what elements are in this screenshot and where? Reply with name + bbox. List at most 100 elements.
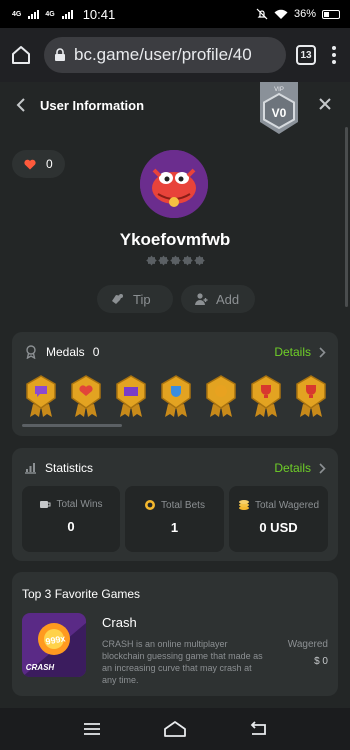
wagered-label: Wagered bbox=[287, 639, 328, 650]
url-text: bc.game/user/profile/40 bbox=[74, 45, 252, 64]
vip-level: V0 bbox=[272, 106, 287, 120]
details-label: Details bbox=[274, 461, 311, 475]
stat-label: Total Wins bbox=[56, 499, 103, 510]
vip-badge[interactable]: VIP V0 bbox=[256, 82, 302, 142]
stat-label: Total Bets bbox=[161, 499, 205, 511]
back-system-button[interactable] bbox=[245, 719, 271, 739]
close-button[interactable] bbox=[318, 97, 334, 113]
level-stars bbox=[146, 255, 205, 266]
address-bar[interactable]: bc.game/user/profile/40 bbox=[44, 37, 286, 73]
stat-total-wagered: Total Wagered 0 USD bbox=[229, 486, 328, 552]
add-user-icon bbox=[195, 293, 208, 305]
game-description: CRASH is an online multiplayer blockchai… bbox=[102, 639, 263, 685]
back-arrow-icon bbox=[251, 721, 267, 735]
level-star-icon bbox=[158, 255, 169, 266]
like-count: 0 bbox=[46, 157, 53, 171]
medal-list[interactable] bbox=[24, 374, 328, 418]
add-friend-button[interactable]: Add bbox=[181, 285, 255, 313]
bar-chart-icon bbox=[25, 463, 36, 474]
chip-icon bbox=[145, 500, 156, 510]
trophy-icon bbox=[40, 501, 51, 508]
profile-page: User Information VIP V0 0 Ykoefovmfwb Ti… bbox=[0, 82, 350, 708]
stat-total-wins: Total Wins 0 bbox=[22, 486, 120, 552]
stat-total-bets: Total Bets 1 bbox=[125, 486, 224, 552]
cup-medal-icon[interactable] bbox=[159, 374, 193, 418]
wifi-icon bbox=[274, 9, 288, 19]
back-button[interactable] bbox=[16, 97, 32, 113]
system-nav-bar bbox=[0, 708, 350, 750]
chevron-right-icon bbox=[319, 462, 326, 474]
status-bar: 4G 4G 10:41 36% bbox=[0, 0, 350, 28]
close-icon bbox=[319, 98, 331, 110]
statistics-details-link[interactable]: Details bbox=[274, 461, 326, 475]
stat-label: Total Wagered bbox=[254, 499, 320, 511]
medals-header: Medals 0 Details bbox=[12, 338, 338, 366]
medal-scrollbar[interactable] bbox=[22, 424, 122, 427]
stat-value: 1 bbox=[170, 520, 179, 535]
medals-card: Medals 0 Details bbox=[12, 332, 338, 436]
level-star-icon bbox=[182, 255, 193, 266]
home-system-button[interactable] bbox=[162, 719, 188, 739]
like-button[interactable]: 0 bbox=[12, 150, 65, 178]
home-icon bbox=[12, 46, 30, 64]
trophy-medal-icon[interactable] bbox=[249, 374, 283, 418]
medals-title: Medals bbox=[46, 345, 85, 359]
heart-icon bbox=[24, 159, 36, 169]
vip-label: VIP bbox=[274, 87, 284, 93]
dragon-avatar-icon bbox=[140, 150, 208, 218]
tip-button[interactable]: Tip bbox=[97, 285, 173, 313]
favorite-games-title: Top 3 Favorite Games bbox=[22, 587, 141, 601]
coins-icon bbox=[238, 500, 249, 510]
medals-count: 0 bbox=[92, 345, 100, 359]
heart-ball-medal-icon[interactable] bbox=[69, 374, 103, 418]
browser-toolbar: bc.game/user/profile/40 13 bbox=[0, 28, 350, 82]
bell-muted-icon bbox=[256, 8, 268, 20]
statistics-header: Statistics Details bbox=[12, 454, 338, 482]
trophy-medal-icon[interactable] bbox=[294, 374, 328, 418]
username: Ykoefovmfwb bbox=[119, 230, 231, 249]
coin-medal-icon[interactable] bbox=[204, 374, 238, 418]
menu-dot-icon bbox=[332, 46, 336, 50]
battery-percent: 36% bbox=[293, 8, 316, 20]
menu-dot-icon bbox=[332, 60, 336, 64]
menu-dot-icon bbox=[332, 53, 336, 57]
network-label: 4G bbox=[12, 10, 22, 18]
menu-lines-icon bbox=[83, 723, 100, 735]
lock-icon bbox=[55, 48, 65, 61]
medals-details-link[interactable]: Details bbox=[274, 345, 326, 359]
signal-icon bbox=[61, 9, 73, 19]
level-star-icon bbox=[170, 255, 181, 266]
page-scrollbar[interactable] bbox=[345, 127, 348, 307]
wagered-value: $ 0 bbox=[314, 656, 328, 667]
signal-icon bbox=[28, 9, 40, 19]
vip-shield-icon: VIP V0 bbox=[260, 82, 298, 134]
thumb-title: CRASH bbox=[26, 663, 55, 672]
avatar bbox=[140, 150, 208, 218]
stat-value: 0 USD bbox=[259, 520, 298, 535]
chevron-left-icon bbox=[16, 98, 25, 112]
card-medal-icon[interactable] bbox=[114, 374, 148, 418]
clock: 10:41 bbox=[82, 6, 116, 22]
network-indicator-1: 4G bbox=[12, 11, 21, 18]
battery-icon bbox=[322, 9, 340, 19]
home-button[interactable] bbox=[8, 42, 34, 68]
network-indicator-2: 4G bbox=[45, 11, 54, 18]
add-label: Add bbox=[216, 291, 240, 307]
chat-bubble-medal-icon[interactable] bbox=[24, 374, 58, 418]
favorite-games-card: Top 3 Favorite Games 999x CRASH Crash CR… bbox=[12, 572, 338, 696]
game-thumbnail-crash[interactable]: 999x CRASH bbox=[22, 613, 86, 677]
tab-switcher-button[interactable]: 13 bbox=[296, 45, 316, 65]
medal-icon bbox=[26, 345, 36, 359]
browser-menu-button[interactable] bbox=[326, 46, 342, 64]
action-row: Tip Add bbox=[97, 285, 255, 313]
home-outline-icon bbox=[164, 721, 186, 737]
stat-value: 0 bbox=[67, 519, 75, 534]
recent-apps-button[interactable] bbox=[79, 719, 105, 739]
tip-label: Tip bbox=[133, 291, 151, 307]
level-star-icon bbox=[146, 255, 157, 266]
game-name[interactable]: Crash bbox=[102, 615, 137, 630]
chevron-right-icon bbox=[319, 346, 326, 358]
details-label: Details bbox=[274, 345, 311, 359]
statistics-card: Statistics Details Total Wins 0 Total Be… bbox=[12, 448, 338, 561]
statistics-title: Statistics bbox=[45, 461, 94, 475]
